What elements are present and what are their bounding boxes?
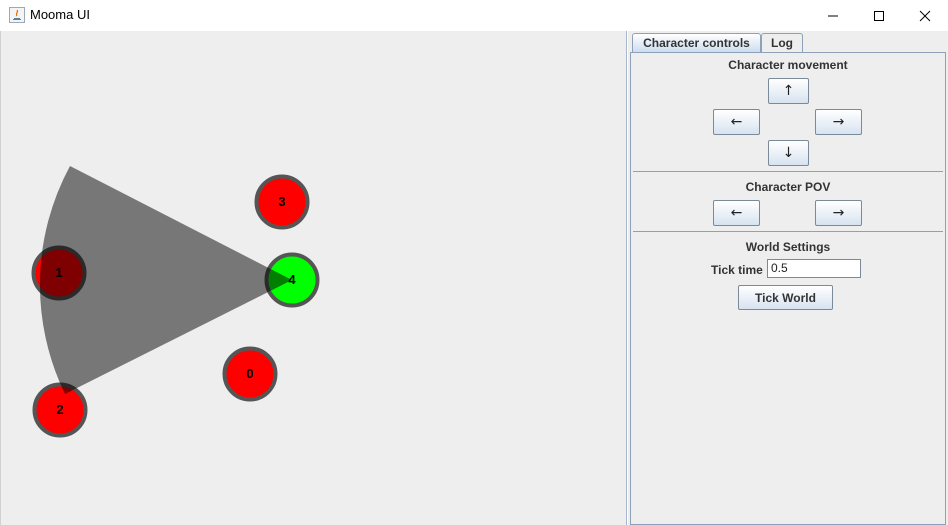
pov-right-button[interactable]: → [815,200,862,226]
world-view: 0 1 2 3 4 [31,166,320,438]
window-title: Mooma UI [30,7,90,22]
character-0[interactable]: 0 [222,346,278,402]
section-separator [633,231,943,232]
world-section-title: World Settings [745,240,831,254]
move-right-button[interactable]: → [815,109,862,135]
tick-world-button[interactable]: Tick World [738,285,833,310]
window-titlebar: Mooma UI [0,0,948,31]
section-separator [633,171,943,172]
pov-left-button[interactable]: ← [713,200,760,226]
world-canvas[interactable]: 0 1 2 3 4 [0,31,627,525]
move-down-button[interactable]: ↓ [768,140,809,166]
close-icon [919,10,931,21]
close-button[interactable] [902,0,948,31]
move-left-button[interactable]: ← [713,109,760,135]
character-controls-panel: Character movement ↑ ← → ↓ Character POV… [630,52,946,525]
move-up-button[interactable]: ↑ [768,78,809,104]
panel-divider[interactable] [626,31,628,525]
minimize-button[interactable] [810,0,856,31]
movement-section-title: Character movement [728,58,848,72]
tab-character-controls[interactable]: Character controls [632,33,761,53]
minimize-icon [828,15,838,16]
tick-time-input[interactable]: 0.5 [767,259,861,278]
maximize-icon [874,10,884,21]
character-2[interactable]: 2 [32,382,88,438]
java-app-icon [9,7,25,23]
tick-time-label: Tick time [711,263,763,277]
character-3-label: 3 [278,194,285,209]
pov-section-title: Character POV [745,180,831,194]
character-0-label: 0 [246,366,253,381]
tab-log[interactable]: Log [761,33,803,52]
character-3[interactable]: 3 [254,174,310,230]
character-2-label: 2 [56,402,63,417]
maximize-button[interactable] [856,0,902,31]
